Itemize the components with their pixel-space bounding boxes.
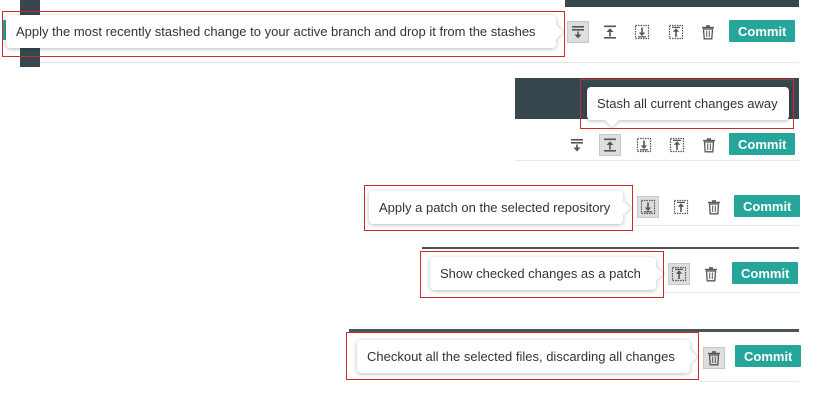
apply-patch-icon[interactable] (631, 21, 653, 43)
commit-button[interactable]: Commit (734, 195, 801, 217)
tooltip-apply-stash: Apply the most recently stashed change t… (6, 15, 564, 48)
trash-icon[interactable] (700, 263, 722, 285)
tooltip-stash-all: Stash all current changes away (587, 87, 789, 128)
commit-button[interactable]: Commit (729, 133, 796, 155)
tooltip-text: Stash all current changes away (597, 96, 778, 111)
stash-pop-icon[interactable] (567, 21, 589, 43)
tooltip-text: Apply a patch on the selected repository (379, 200, 611, 215)
divider (664, 292, 799, 293)
panel-top-border (422, 247, 799, 249)
trash-icon[interactable] (703, 347, 725, 369)
tooltip-apply-patch: Apply a patch on the selected repository (369, 191, 631, 224)
apply-patch-icon[interactable] (637, 196, 659, 218)
toolbar-dark-band (565, 0, 799, 7)
trash-icon[interactable] (697, 21, 719, 43)
commit-button[interactable]: Commit (732, 262, 799, 284)
stash-pop-icon[interactable] (566, 134, 588, 156)
create-patch-icon[interactable] (665, 21, 687, 43)
create-patch-icon[interactable] (668, 263, 690, 285)
tooltip-text: Apply the most recently stashed change t… (16, 24, 536, 39)
trash-icon[interactable] (703, 196, 725, 218)
tooltip-text: Show checked changes as a patch (440, 266, 641, 281)
apply-patch-icon[interactable] (633, 134, 655, 156)
divider (700, 381, 799, 382)
divider (630, 225, 799, 226)
divider (515, 160, 799, 161)
create-patch-icon[interactable] (670, 196, 692, 218)
stash-icon[interactable] (599, 21, 621, 43)
create-patch-icon[interactable] (666, 134, 688, 156)
tooltip-show-patch: Show checked changes as a patch (430, 257, 664, 290)
panel-top-border (349, 329, 799, 332)
tooltip-text: Checkout all the selected files, discard… (367, 349, 675, 364)
commit-button[interactable]: Commit (735, 345, 802, 367)
tooltip-checkout-all: Checkout all the selected files, discard… (357, 340, 698, 373)
divider (40, 62, 799, 63)
trash-icon[interactable] (698, 134, 720, 156)
commit-button[interactable]: Commit (729, 20, 796, 42)
stash-icon[interactable] (599, 134, 621, 156)
